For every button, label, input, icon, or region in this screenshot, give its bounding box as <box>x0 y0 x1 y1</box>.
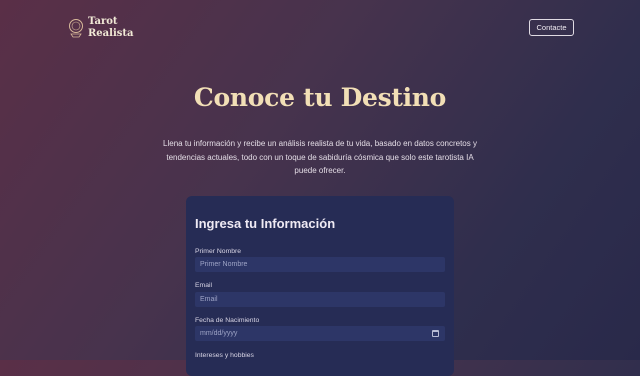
email-input[interactable]: Email <box>195 292 445 307</box>
info-form-card: Ingresa tu Información Primer Nombre Pri… <box>186 196 454 376</box>
interests-label: Intereses y hobbies <box>195 352 254 359</box>
brand-name-line1: Tarot <box>88 16 118 27</box>
hero-title: Conoce tu Destino <box>193 83 447 112</box>
first-name-placeholder: Primer Nombre <box>200 261 248 268</box>
email-label: Email <box>195 282 212 289</box>
first-name-label: Primer Nombre <box>195 248 242 255</box>
brand-logo[interactable]: Tarot Realista <box>68 16 148 40</box>
form-title: Ingresa tu Información <box>195 216 336 231</box>
contact-button[interactable]: Contacte <box>529 19 574 36</box>
first-name-input[interactable]: Primer Nombre <box>195 257 445 272</box>
birthdate-label: Fecha de Nacimiento <box>195 317 260 324</box>
birthdate-input[interactable]: mm/dd/yyyy <box>195 326 445 341</box>
crystal-ball-icon <box>69 19 83 38</box>
hero-description: Llena tu información y recibe un análisi… <box>163 139 477 175</box>
brand-name-line2: Realista <box>88 28 134 39</box>
calendar-icon[interactable] <box>432 330 439 337</box>
brand-name: Tarot Realista <box>88 16 148 40</box>
birthdate-placeholder: mm/dd/yyyy <box>200 330 238 337</box>
email-placeholder: Email <box>200 296 218 303</box>
